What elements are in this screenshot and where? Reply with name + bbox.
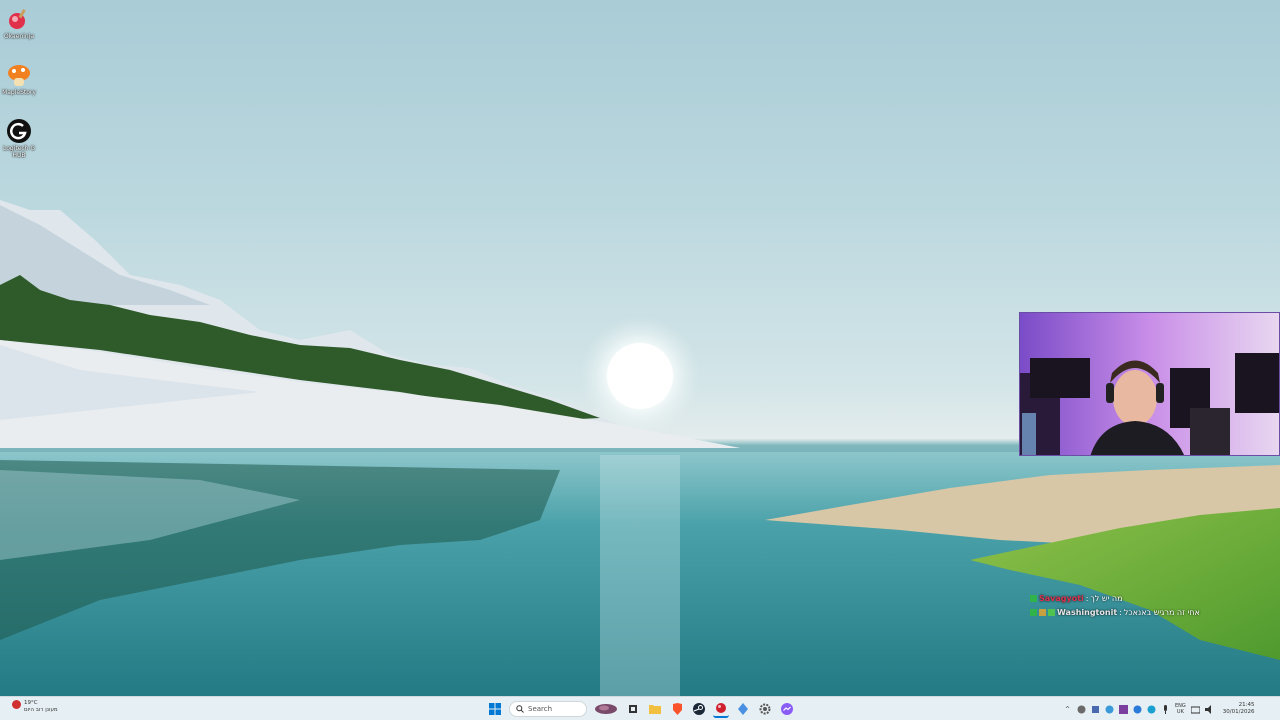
microphone-icon[interactable]: [1161, 704, 1170, 714]
network-icon[interactable]: [1190, 705, 1200, 714]
okaeninja-taskbar-button[interactable]: [713, 700, 729, 718]
settings-icon: [759, 703, 771, 715]
start-button[interactable]: [487, 701, 503, 717]
app-blue-icon: [738, 703, 748, 715]
chat-overlay: Savagyoti : מה יש לך Washingtonit : אחי …: [1030, 591, 1230, 619]
weather-widget[interactable]: 19°C מעונן רוב היום: [12, 700, 58, 714]
tray-app-icon[interactable]: [1091, 705, 1100, 714]
chat-separator: :: [1119, 607, 1122, 617]
tray-app-icon[interactable]: [1119, 704, 1128, 714]
settings-button[interactable]: [757, 701, 773, 717]
desktop-icon-label: MapleStory: [2, 89, 36, 96]
weather-temp: 19°C: [24, 700, 38, 706]
widget-icon: [595, 704, 617, 714]
webcam-overlay: [1019, 312, 1280, 456]
app-icon-red-orb: [6, 6, 32, 32]
desktop-icon-logitech-ghub[interactable]: Logitech G HUB: [0, 118, 38, 159]
brave-button[interactable]: [669, 701, 685, 717]
badge-icon: [1030, 608, 1037, 616]
badge-icon: [1030, 594, 1037, 602]
chat-username: Savagyoti: [1039, 593, 1084, 603]
taskbar-search-box[interactable]: Search: [509, 701, 587, 717]
tray-app-icon[interactable]: [1147, 705, 1156, 714]
volume-icon[interactable]: [1204, 704, 1214, 714]
weather-desc: מעונן רוב היום: [24, 707, 58, 713]
desktop-icon-label: Okaeninja: [3, 33, 35, 40]
search-placeholder: Search: [528, 705, 553, 713]
chat-message: Washingtonit : אחי זה מרגיש באנאכל: [1030, 605, 1230, 619]
tray-app-icon[interactable]: [1077, 705, 1086, 714]
desktop-icon-label: Logitech G HUB: [2, 145, 36, 159]
task-view-icon: [629, 705, 637, 713]
desktop: Okaeninja MapleStory Logitech G HUB Sava…: [0, 0, 1280, 696]
chat-separator: :: [1085, 593, 1089, 603]
clock-date: 30/01/2026: [1222, 709, 1255, 715]
task-view-button[interactable]: [625, 701, 641, 717]
messenger-icon: [781, 703, 793, 715]
app-blue-button[interactable]: [735, 701, 751, 717]
taskbar: 19°C מעונן רוב היום Search ^ ENG UK 21:4…: [0, 696, 1280, 720]
chat-text: אחי זה מרגיש באנאכל: [1123, 607, 1200, 617]
weather-icon: [12, 700, 21, 709]
taskbar-widget-button[interactable]: [593, 701, 619, 717]
chat-text: מה יש לך: [1090, 593, 1123, 603]
okaeninja-icon: [716, 703, 726, 713]
search-icon: [516, 705, 524, 713]
language-indicator[interactable]: ENG UK: [1175, 703, 1186, 715]
desktop-icon-maplestory[interactable]: MapleStory: [0, 62, 38, 96]
taskbar-apps: Search: [487, 699, 795, 719]
app-icon-mushroom: [6, 62, 32, 88]
tray-app-icon[interactable]: [1133, 705, 1142, 714]
chat-message: Savagyoti : מה יש לך: [1030, 591, 1230, 605]
brave-icon: [672, 703, 682, 715]
messenger-button[interactable]: [779, 701, 795, 717]
system-tray: ^ ENG UK 21:45 30/01/2026: [1063, 699, 1255, 719]
language-region: UK: [1176, 709, 1184, 715]
chevron-up-icon[interactable]: ^: [1063, 705, 1072, 714]
file-explorer-button[interactable]: [647, 701, 663, 717]
windows-start-icon: [489, 703, 501, 715]
badge-icon: [1048, 608, 1055, 616]
desktop-icon-okaeninja[interactable]: Okaeninja: [0, 6, 38, 40]
clock-time: 21:45: [1238, 702, 1255, 708]
badge-icon: [1039, 608, 1046, 616]
steam-button[interactable]: [691, 701, 707, 717]
file-explorer-icon: [649, 705, 661, 714]
chat-username: Washingtonit: [1057, 607, 1118, 617]
tray-app-icon[interactable]: [1105, 705, 1114, 714]
logitech-g-icon: [6, 118, 32, 144]
taskbar-clock[interactable]: 21:45 30/01/2026: [1223, 702, 1255, 716]
steam-icon: [693, 703, 705, 715]
